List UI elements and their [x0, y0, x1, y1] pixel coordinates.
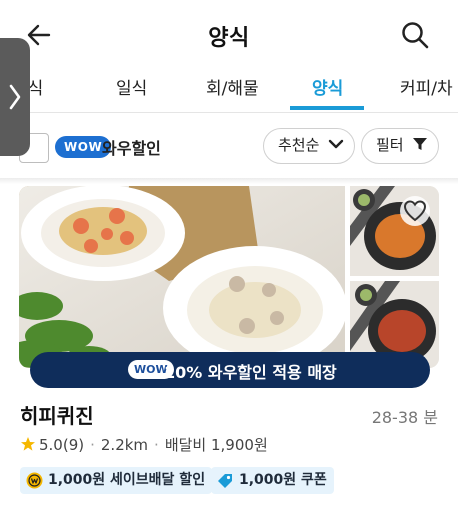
store-name[interactable]: 히피퀴진 [20, 400, 94, 429]
divider [0, 112, 458, 113]
filter-bar: WOW 와우할인 추천순 필터 [0, 120, 458, 178]
tab-japanese[interactable]: 일식 [116, 74, 147, 99]
filter-button[interactable]: 필터 [361, 128, 439, 164]
coupon-label: 1,000원 쿠폰 [239, 472, 327, 488]
store-meta: 5.0(9) · 2.2km · 배달비 1,900원 [20, 434, 268, 455]
category-tabs: 중식 일식 회/해물 양식 커피/차 [0, 62, 458, 112]
coupon-chip: 1,000원 쿠폰 [211, 467, 334, 494]
review-count: (9) [62, 436, 85, 454]
tab-coffee-tea[interactable]: 커피/차 [400, 74, 453, 99]
coin-icon [26, 472, 43, 489]
rating-value: 5.0 [39, 436, 63, 454]
tag-icon [218, 474, 232, 488]
distance: 2.2km [100, 436, 149, 454]
side-drawer-handle[interactable] [0, 38, 30, 156]
page-title: 양식 [208, 26, 250, 51]
store-main-photo[interactable] [19, 186, 345, 368]
active-tab-indicator [290, 106, 364, 110]
chevron-down-icon [328, 139, 344, 149]
star-icon [21, 437, 35, 451]
sort-label: 추천순 [278, 136, 320, 154]
separator: · [154, 436, 159, 454]
filter-shadow [0, 178, 458, 184]
tab-seafood[interactable]: 회/해물 [206, 74, 259, 99]
sort-button[interactable]: 추천순 [263, 128, 355, 164]
save-delivery-chip: 1,000원 세이브배달 할인 [20, 467, 213, 494]
save-delivery-label: 1,000원 세이브배달 할인 [48, 472, 206, 488]
filter-label: 필터 [376, 136, 404, 154]
funnel-icon [413, 138, 428, 150]
wow-discount-label[interactable]: 와우할인 [102, 135, 161, 159]
tab-western[interactable]: 양식 [312, 74, 343, 99]
top-app-bar: 양식 [0, 0, 458, 62]
delivery-time: 28-38 분 [371, 408, 438, 427]
wow-discount-banner: WOW 10% 와우할인 적용 매장 [30, 352, 430, 388]
pasta-photo [19, 186, 345, 368]
banner-text: 10% 와우할인 적용 매장 [164, 363, 337, 382]
favorite-button[interactable] [400, 196, 430, 226]
separator: · [90, 436, 95, 454]
delivery-fee: 배달비 1,900원 [164, 436, 268, 454]
heart-icon [403, 200, 427, 222]
chevron-right-icon [9, 84, 21, 110]
search-icon[interactable] [400, 20, 430, 50]
